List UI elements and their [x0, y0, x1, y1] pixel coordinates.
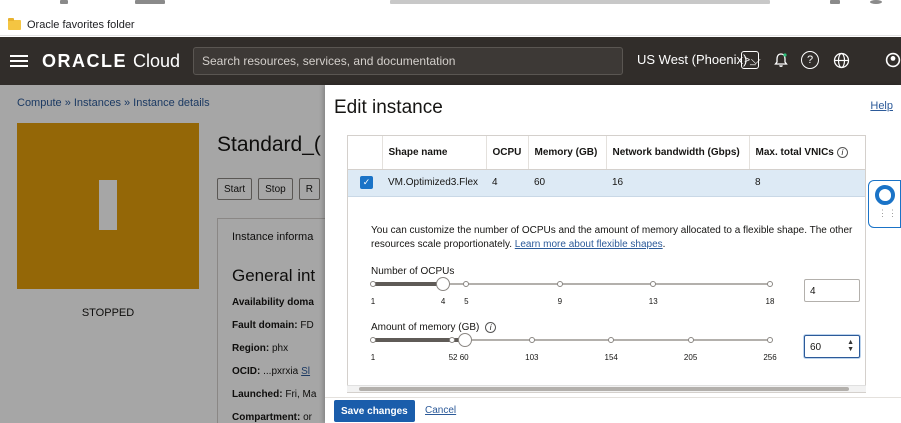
slider-tick[interactable]	[767, 281, 773, 287]
favorites-folder-link[interactable]: Oracle favorites folder	[27, 19, 135, 31]
panel-title: Edit instance	[334, 97, 443, 118]
oci-header: ORACLE Cloud Search resources, services,…	[0, 37, 901, 85]
col-network-bandwidth[interactable]: Network bandwidth (Gbps)	[606, 136, 750, 170]
modal-overlay[interactable]	[0, 85, 325, 423]
floating-help-widget[interactable]: ⋮⋮⋮	[868, 180, 901, 228]
cloud-shell-icon[interactable]: >_	[741, 51, 759, 69]
profile-icon[interactable]	[885, 50, 901, 70]
oracle-cloud-logo[interactable]: ORACLE Cloud	[42, 51, 180, 72]
folder-icon	[8, 17, 21, 30]
slider-tick-label: 13	[648, 297, 658, 306]
ocpu-tick-labels: 1 4 5 9 13 18	[369, 297, 775, 309]
slider-tick[interactable]	[767, 337, 773, 343]
save-changes-button[interactable]: Save changes	[334, 400, 415, 422]
slider-tick[interactable]	[608, 337, 615, 343]
drag-handle-icon[interactable]: ⋮⋮⋮	[878, 209, 901, 221]
slider-thumb[interactable]	[457, 333, 472, 347]
logo-product: Cloud	[133, 50, 181, 71]
notification-bell-icon[interactable]	[771, 50, 791, 70]
ocpu-slider-fill	[371, 282, 446, 286]
slider-tick[interactable]	[463, 281, 470, 287]
cancel-link[interactable]: Cancel	[425, 405, 456, 416]
customize-description: You can customize the number of OCPUs an…	[371, 225, 853, 250]
slider-tick[interactable]	[449, 337, 456, 343]
horizontal-scrollbar[interactable]	[347, 385, 866, 392]
slider-tick[interactable]	[528, 337, 535, 343]
memory-tick-labels: 1 52 60 103 154 205 256	[369, 353, 777, 365]
slider-tick-label: 9	[557, 297, 563, 306]
ocpu-slider[interactable]	[369, 276, 774, 292]
slider-tick-label: 4	[440, 297, 446, 306]
panel-footer: Save changes Cancel	[325, 397, 901, 423]
col-memory[interactable]: Memory (GB)	[528, 136, 607, 170]
slider-tick-label: 1	[370, 353, 376, 362]
ocpu-cell: 4	[486, 169, 528, 197]
bandwidth-cell: 16	[606, 169, 749, 197]
logo-brand: ORACLE	[42, 50, 127, 71]
slider-tick-label: 1	[370, 297, 376, 306]
slider-tick[interactable]	[556, 281, 563, 287]
help-link[interactable]: Help	[870, 100, 893, 112]
slider-tick[interactable]	[687, 337, 694, 343]
slider-tick-label: 5	[464, 297, 469, 306]
spinner-arrows-icon[interactable]: ▲ ▼	[847, 339, 854, 353]
favorites-bar: Oracle favorites folder	[0, 14, 901, 36]
browser-toolbar	[0, 0, 901, 14]
slider-tick-label: 154	[604, 353, 618, 362]
edit-instance-panel: Edit instance Help Shape name OCPU Memor…	[325, 85, 901, 423]
screen: Oracle favorites folder ORACLE Cloud Sea…	[0, 0, 901, 423]
memory-input[interactable]: 60 ▲ ▼	[804, 335, 860, 358]
slider-thumb[interactable]	[436, 277, 451, 291]
slider-tick[interactable]	[370, 281, 376, 287]
memory-slider[interactable]	[369, 332, 774, 348]
shape-name-cell: VM.Optimized3.Flex	[382, 169, 486, 197]
search-input[interactable]: Search resources, services, and document…	[193, 47, 623, 75]
info-icon[interactable]: i	[836, 146, 848, 158]
menu-icon[interactable]	[10, 54, 28, 68]
globe-icon[interactable]	[831, 50, 851, 70]
help-icon[interactable]: ?	[801, 51, 819, 69]
region-label: US West (Phoenix)	[637, 52, 748, 67]
slider-tick-label: 205	[683, 353, 698, 362]
lifebuoy-icon	[875, 185, 895, 205]
slider-tick-label: 103	[525, 353, 539, 362]
col-ocpu[interactable]: OCPU	[486, 136, 529, 170]
slider-tick-label: 52 60	[448, 353, 469, 362]
slider-tick[interactable]	[370, 337, 376, 343]
col-shape-name[interactable]: Shape name	[382, 136, 487, 170]
row-checkbox[interactable]: ✓	[360, 176, 373, 189]
shape-config-area: Shape name OCPU Memory (GB) Network band…	[347, 135, 866, 393]
slider-tick-label: 18	[765, 297, 775, 306]
col-max-vnics: Max. total VNICs i	[749, 136, 865, 170]
table-row[interactable]: ✓ VM.Optimized3.Flex 4 60 16 8	[348, 169, 865, 197]
slider-tick-label: 256	[763, 353, 777, 362]
flexible-shapes-link[interactable]: Learn more about flexible shapes	[515, 239, 663, 250]
ocpu-input[interactable]: 4	[804, 279, 860, 302]
shape-table: Shape name OCPU Memory (GB) Network band…	[348, 136, 865, 197]
vnics-cell: 8	[749, 169, 865, 197]
slider-tick[interactable]	[650, 281, 657, 287]
memory-cell: 60	[528, 169, 606, 197]
